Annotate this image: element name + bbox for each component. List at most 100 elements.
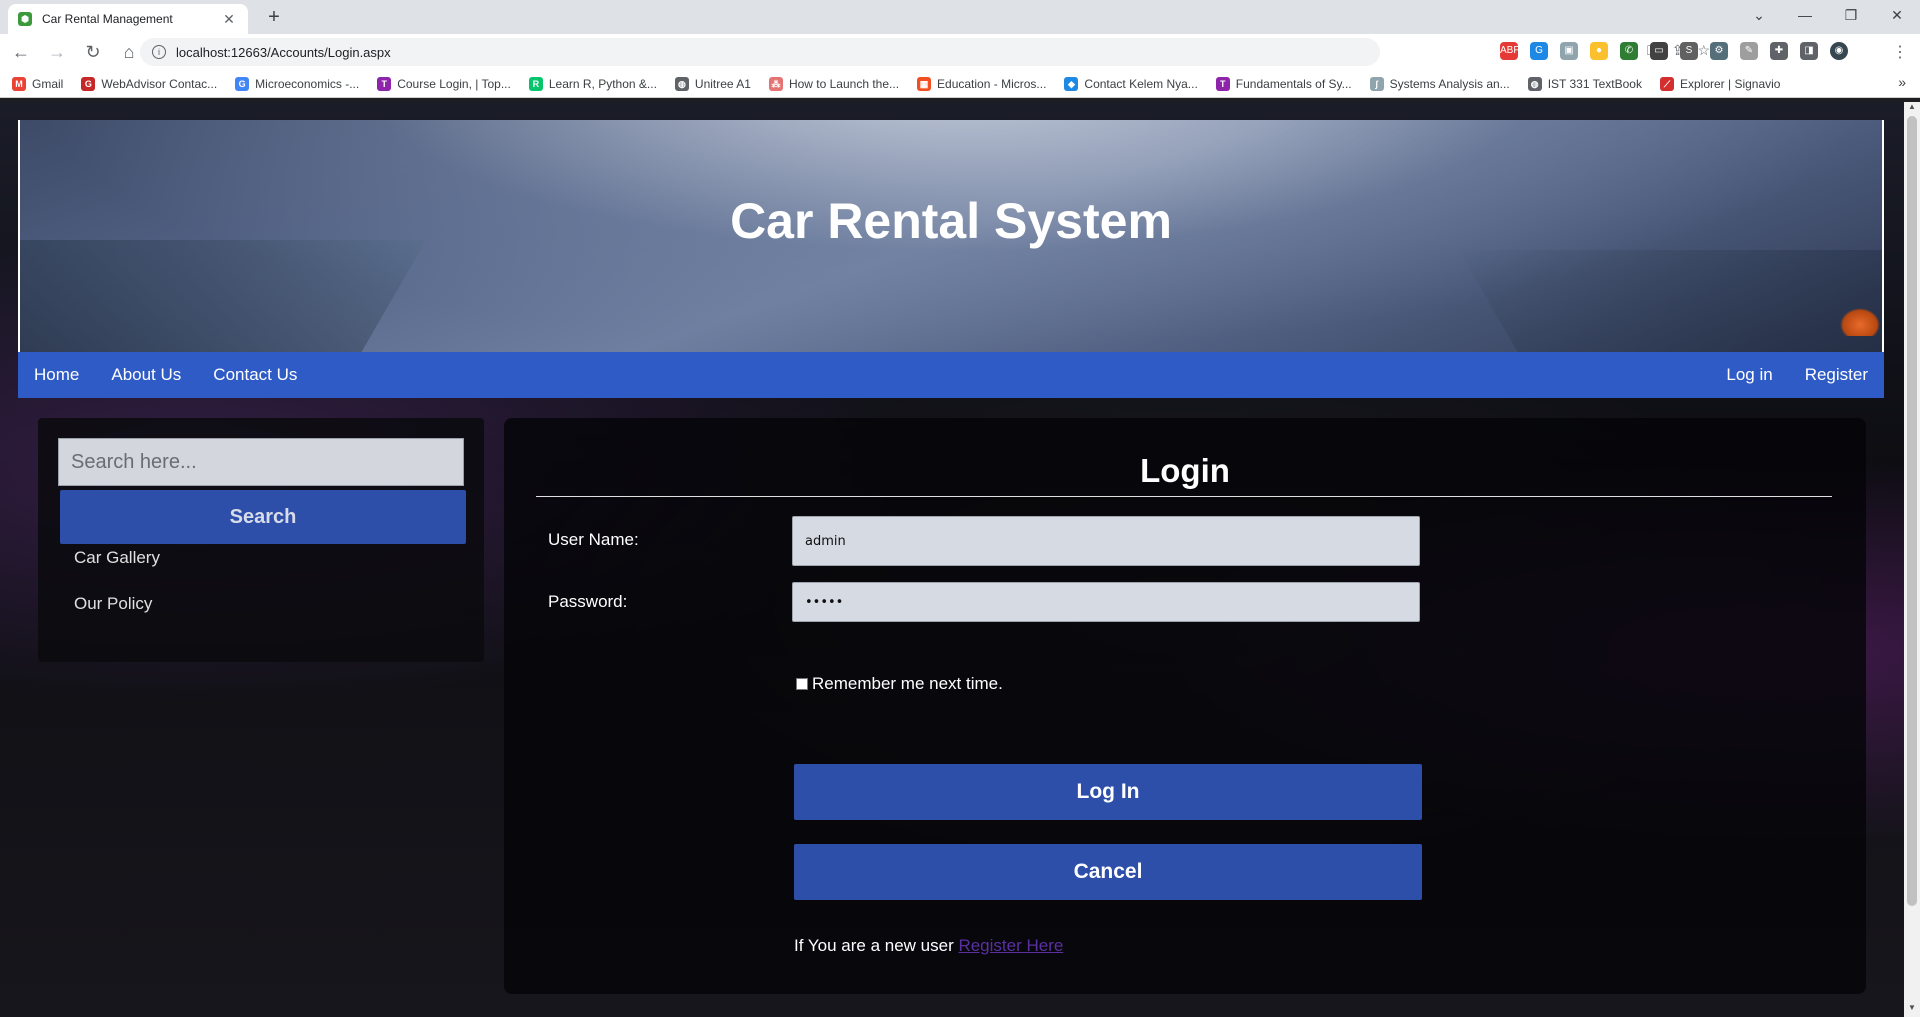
datacamp-icon: R xyxy=(528,76,543,91)
puzzle-extensions-icon[interactable]: ✚ xyxy=(1770,42,1788,60)
forward-arrow-icon[interactable]: → xyxy=(42,37,72,67)
nav-register-link[interactable]: Register xyxy=(1789,365,1884,385)
bookmark-item[interactable]: G Microeconomics -... xyxy=(235,76,360,91)
bookmarks-overflow-icon[interactable]: » xyxy=(1898,74,1906,90)
bookmark-label: Education - Micros... xyxy=(937,76,1047,91)
bookmark-label: Systems Analysis an... xyxy=(1389,76,1510,91)
tab-search-icon[interactable]: ⌄ xyxy=(1736,0,1782,30)
bookmark-item[interactable]: T Course Login, | Top... xyxy=(377,76,511,91)
signavio-icon: ⟋ xyxy=(1659,76,1674,91)
nav-home-link[interactable]: Home xyxy=(18,365,95,385)
nav-account-links: Log in Register xyxy=(1710,365,1884,385)
bookmark-label: Fundamentals of Sy... xyxy=(1235,76,1352,91)
login-button[interactable]: Log In xyxy=(794,764,1422,820)
tools-extension-icon[interactable]: ⚙ xyxy=(1710,42,1728,60)
bookmark-item[interactable]: G WebAdvisor Contac... xyxy=(81,76,217,91)
google-icon: G xyxy=(235,76,250,91)
tab-title: Car Rental Management xyxy=(42,12,173,26)
bookmark-label: Learn R, Python &... xyxy=(548,76,657,91)
tab-close-icon[interactable]: ✕ xyxy=(220,11,238,28)
register-here-link[interactable]: Register Here xyxy=(958,936,1063,955)
bookmark-label: Course Login, | Top... xyxy=(397,76,511,91)
window-restore-button[interactable]: ❐ xyxy=(1828,0,1874,30)
screenshot-extension-icon[interactable]: ▣ xyxy=(1560,42,1578,60)
bookmark-item[interactable]: R Learn R, Python &... xyxy=(528,76,657,91)
extensions-bar: ABP G ▣ ● ✆ ▭ S ⚙ ✎ ✚ ◨ ◉ xyxy=(1500,42,1848,60)
site-info-icon[interactable]: i xyxy=(152,45,166,59)
nav-contact-link[interactable]: Contact Us xyxy=(197,365,313,385)
new-user-prompt: If You are a new user Register Here xyxy=(794,936,1063,956)
bookmark-item[interactable]: ◆ Contact Kelem Nya... xyxy=(1064,76,1198,91)
bookmark-label: Unitree A1 xyxy=(694,76,751,91)
page-scrollbar[interactable]: ▲ ▼ xyxy=(1904,102,1920,1017)
sidebar-link-our-policy[interactable]: Our Policy xyxy=(74,594,152,614)
profile-avatar[interactable]: ◉ xyxy=(1830,42,1848,60)
bookmark-label: Gmail xyxy=(32,76,64,91)
scrollbar-thumb[interactable] xyxy=(1907,116,1917,906)
search-input[interactable] xyxy=(58,438,464,486)
browser-tab[interactable]: ⬢ Car Rental Management ✕ xyxy=(8,4,248,34)
adblock-extension-icon[interactable]: ABP xyxy=(1500,42,1520,60)
bookmark-item[interactable]: ⟋ Explorer | Signavio xyxy=(1659,76,1781,91)
notes-extension-icon[interactable]: ✎ xyxy=(1740,42,1758,60)
search-button[interactable]: Search xyxy=(60,490,466,544)
header-banner: Car Rental System xyxy=(18,120,1884,352)
username-input[interactable] xyxy=(792,516,1420,566)
browser-tabstrip: ⬢ Car Rental Management ✕ + ⌄ — ❐ ✕ xyxy=(0,0,1920,34)
bookmark-item[interactable]: ◍ Unitree A1 xyxy=(674,76,751,91)
bookmark-item[interactable]: ◍ IST 331 TextBook xyxy=(1527,76,1642,91)
window-close-button[interactable]: ✕ xyxy=(1874,0,1920,30)
honey-extension-icon[interactable]: ● xyxy=(1590,42,1608,60)
username-label: User Name: xyxy=(548,530,639,549)
browser-toolbar: ← → ↻ ⌂ i localhost:12663/Accounts/Login… xyxy=(0,34,1920,70)
bookmark-item[interactable]: ʃ Systems Analysis an... xyxy=(1369,76,1510,91)
main-navigation: Home About Us Contact Us Log in Register xyxy=(18,352,1884,398)
back-arrow-icon[interactable]: ← xyxy=(6,37,36,67)
heading-divider xyxy=(536,496,1832,497)
cancel-button[interactable]: Cancel xyxy=(794,844,1422,900)
pin-icon: ⁂ xyxy=(768,76,783,91)
globe-icon: ◍ xyxy=(1527,76,1542,91)
remember-me-checkbox[interactable] xyxy=(796,678,808,690)
remember-me-label: Remember me next time. xyxy=(812,674,1003,693)
sidebar-link-car-gallery[interactable]: Car Gallery xyxy=(74,548,160,568)
bookmark-item[interactable]: T Fundamentals of Sy... xyxy=(1215,76,1352,91)
bookmark-icon: ʃ xyxy=(1369,76,1384,91)
page-viewport: Car Rental System Home About Us Contact … xyxy=(0,102,1904,1017)
site-title: Car Rental System xyxy=(730,193,1172,249)
gmail-icon: M xyxy=(12,76,26,91)
browser-menu-icon[interactable]: ⋮ xyxy=(1892,42,1908,62)
banner-decoration xyxy=(1458,250,1882,352)
diamond-icon: ◆ xyxy=(1064,76,1079,91)
side-panel-icon[interactable]: ◨ xyxy=(1800,42,1818,60)
site-favicon-icon: ⬢ xyxy=(18,12,32,26)
nav-about-link[interactable]: About Us xyxy=(95,365,197,385)
new-tab-button[interactable]: + xyxy=(260,6,288,30)
address-bar[interactable]: i localhost:12663/Accounts/Login.aspx xyxy=(140,38,1380,66)
window-minimize-button[interactable]: — xyxy=(1782,0,1828,30)
car-image xyxy=(1840,308,1880,336)
whatsapp-extension-icon[interactable]: ✆ xyxy=(1620,42,1638,60)
nav-login-link[interactable]: Log in xyxy=(1710,365,1788,385)
password-label: Password: xyxy=(548,592,628,611)
tophat-icon: T xyxy=(1215,76,1230,91)
tophat-icon: T xyxy=(377,76,392,91)
script-extension-icon[interactable]: S xyxy=(1680,42,1698,60)
bookmark-item[interactable]: ⁂ How to Launch the... xyxy=(768,76,899,91)
webadvisor-icon: G xyxy=(81,76,96,91)
login-heading: Login xyxy=(1140,452,1230,489)
translate-extension-icon[interactable]: G xyxy=(1530,42,1548,60)
bookmark-label: Microeconomics -... xyxy=(255,76,360,91)
scroll-up-arrow-icon[interactable]: ▲ xyxy=(1904,102,1920,116)
password-input[interactable] xyxy=(792,582,1420,622)
bookmark-label: Explorer | Signavio xyxy=(1679,76,1781,91)
reload-icon[interactable]: ↻ xyxy=(78,37,108,67)
scroll-down-arrow-icon[interactable]: ▼ xyxy=(1904,1003,1920,1017)
microsoft-icon: ▦ xyxy=(917,76,932,91)
bookmark-item[interactable]: M Gmail xyxy=(12,76,64,91)
bookmark-item[interactable]: ▦ Education - Micros... xyxy=(917,76,1047,91)
globe-icon: ◍ xyxy=(674,76,689,91)
new-user-text: If You are a new user xyxy=(794,936,959,955)
picture-in-picture-icon[interactable]: ▭ xyxy=(1650,42,1668,60)
sidebar: Search Car Gallery Our Policy xyxy=(38,418,484,662)
